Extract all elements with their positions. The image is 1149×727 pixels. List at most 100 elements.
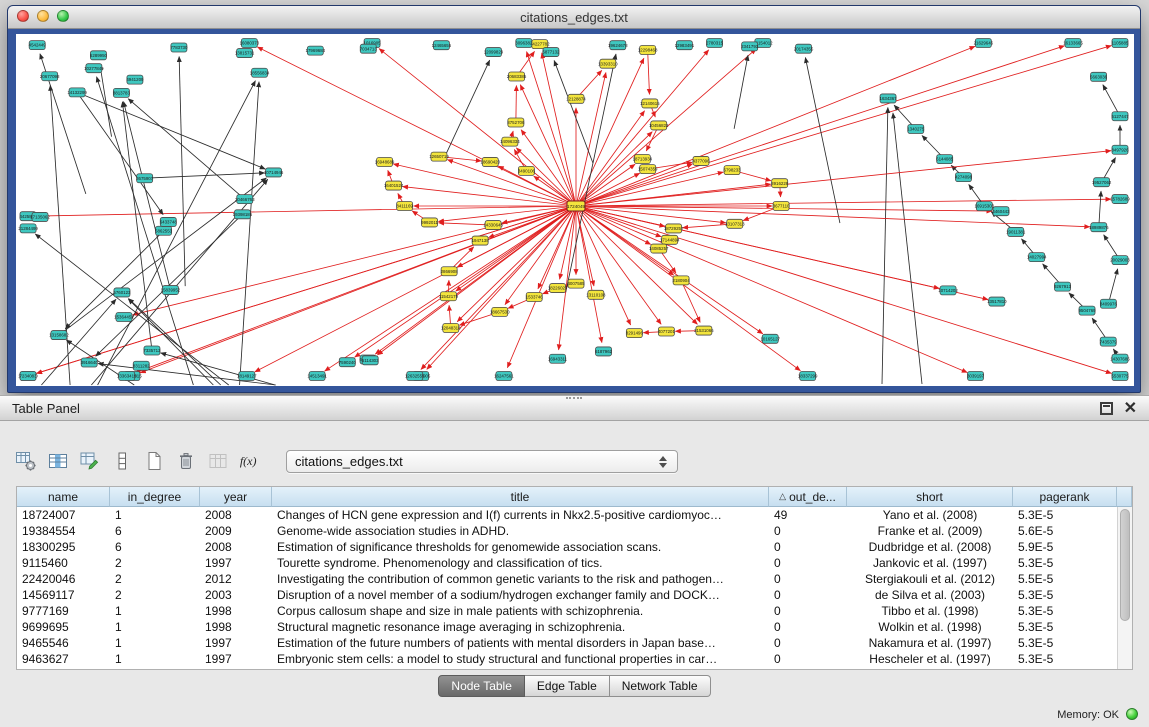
graph-node[interactable]: 7034713: [360, 44, 378, 53]
graph-node[interactable]: 14027994: [1027, 253, 1047, 262]
graph-node[interactable]: 9992011: [421, 218, 438, 227]
graph-node[interactable]: 18667530: [490, 307, 510, 316]
graph-node[interactable]: 8752706: [507, 118, 525, 127]
graph-node[interactable]: 7590240: [339, 358, 357, 367]
tab-edge-table[interactable]: Edge Table: [525, 675, 610, 697]
graph-node[interactable]: 12650719: [429, 152, 449, 161]
graph-node[interactable]: 7783730: [170, 43, 188, 52]
row-height-icon[interactable]: [110, 449, 134, 473]
column-header-out-de-[interactable]: △out_de...: [769, 487, 847, 507]
graph-node[interactable]: 17135062: [30, 212, 50, 221]
graph-node[interactable]: 18556834: [250, 68, 270, 77]
tab-network-table[interactable]: Network Table: [610, 675, 711, 697]
graph-node[interactable]: 8311282: [133, 361, 150, 370]
table-row[interactable]: 969969511998Structural magnetic resonanc…: [17, 619, 1117, 635]
table-row[interactable]: 911546021997Tourette syndrome. Phenomeno…: [17, 555, 1117, 571]
table-row[interactable]: 977716911998Corpus callosum shape and si…: [17, 603, 1117, 619]
graph-node[interactable]: 16401524: [384, 181, 404, 190]
graph-node[interactable]: 19011381: [1006, 227, 1026, 236]
graph-node[interactable]: 5760123: [113, 288, 131, 297]
graph-node[interactable]: 3677110: [773, 202, 790, 211]
window-titlebar[interactable]: citations_edges.txt: [8, 6, 1140, 29]
column-header-in-degree[interactable]: in_degree: [110, 487, 200, 507]
graph-node[interactable]: 8409976: [1100, 299, 1118, 308]
zoom-window-button[interactable]: [57, 10, 69, 22]
table-row[interactable]: 1938455462009Genome-wide association stu…: [17, 523, 1117, 539]
graph-node[interactable]: 5127447: [1111, 112, 1129, 121]
graph-node[interactable]: 18226027: [548, 284, 568, 293]
graph-node[interactable]: 20466763: [235, 195, 255, 204]
graph-node[interactable]: 16133665: [1063, 39, 1083, 48]
graph-node[interactable]: 8497926: [1111, 145, 1129, 154]
graph-node[interactable]: 17969684: [306, 46, 326, 55]
column-header-name[interactable]: name: [17, 487, 110, 507]
graph-node[interactable]: 7335713: [143, 346, 161, 355]
graph-node[interactable]: 13363419: [117, 372, 137, 381]
graph-node[interactable]: 6798233: [724, 166, 742, 175]
import-table-icon[interactable]: [206, 449, 230, 473]
graph-node[interactable]: 5114303: [362, 356, 379, 365]
graph-node[interactable]: 5530775: [1111, 372, 1129, 381]
graph-node[interactable]: 8916228: [771, 179, 789, 188]
graph-node[interactable]: 19624678: [608, 41, 628, 50]
graph-node[interactable]: 3490106: [518, 166, 536, 175]
graph-node[interactable]: 10165127: [760, 334, 780, 343]
graph-node[interactable]: 4077201: [658, 327, 676, 336]
graph-node[interactable]: 3675907: [136, 174, 154, 183]
graph-node[interactable]: 20174355: [794, 44, 814, 53]
delete-table-icon[interactable]: [174, 449, 198, 473]
graph-node[interactable]: 14330645: [483, 221, 503, 230]
graph-node[interactable]: 2341793: [741, 42, 759, 51]
graph-node[interactable]: 9504769: [1078, 306, 1096, 315]
graph-node[interactable]: 10714202: [938, 286, 958, 295]
graph-node[interactable]: 1634367: [880, 94, 898, 103]
show-columns-icon[interactable]: [46, 449, 70, 473]
graph-node[interactable]: 4274098: [955, 173, 973, 182]
graph-node[interactable]: 16080373: [240, 39, 260, 48]
scrollbar-thumb[interactable]: [1120, 509, 1130, 621]
graph-node[interactable]: 8813783: [113, 88, 131, 97]
graph-node[interactable]: 5663036: [1090, 72, 1108, 81]
graph-node[interactable]: 15782689: [1110, 195, 1130, 204]
graph-node[interactable]: 9267913: [1054, 282, 1072, 291]
graph-node[interactable]: 5862553: [155, 226, 173, 235]
graph-node[interactable]: 13158682: [49, 331, 69, 340]
graph-node[interactable]: 16247561: [494, 372, 514, 381]
graph-node[interactable]: 18690420: [481, 157, 501, 166]
graph-node[interactable]: 12128874: [566, 94, 586, 103]
table-row[interactable]: 2242004622012Investigating the contribut…: [17, 571, 1117, 587]
column-header-short[interactable]: short: [847, 487, 1013, 507]
graph-node[interactable]: 21629646: [974, 39, 994, 48]
graph-node[interactable]: 21284499: [18, 224, 38, 233]
table-scrollbar[interactable]: [1117, 507, 1132, 669]
graph-node[interactable]: 3039197: [967, 372, 985, 381]
graph-node[interactable]: 1947138: [472, 236, 490, 245]
graph-node[interactable]: 2780315: [706, 39, 724, 48]
table-settings-icon[interactable]: [14, 449, 38, 473]
close-panel-icon[interactable]: ✕: [1124, 399, 1137, 418]
graph-node[interactable]: 19527062: [1092, 178, 1112, 187]
graph-node[interactable]: 4460443: [992, 207, 1010, 216]
graph-node[interactable]: 12983491: [675, 41, 695, 50]
float-panel-icon[interactable]: [1100, 402, 1113, 415]
graph-node[interactable]: 18729257: [664, 224, 684, 233]
graph-hub-node[interactable]: 1724049: [567, 201, 585, 211]
graph-node[interactable]: 2866908: [441, 267, 459, 276]
graph-node[interactable]: 20677098: [40, 72, 60, 81]
table-row[interactable]: 1830029562008Estimation of significance …: [17, 539, 1117, 555]
graph-node[interactable]: 20683385: [507, 72, 527, 81]
function-builder-icon[interactable]: f(x): [238, 449, 262, 473]
graph-node[interactable]: 12048318: [441, 323, 461, 332]
graph-node[interactable]: 6187962: [595, 347, 613, 356]
graph-node[interactable]: 6433748: [160, 217, 178, 226]
graph-node[interactable]: 10714946: [264, 168, 284, 177]
create-table-icon[interactable]: [142, 449, 166, 473]
graph-node[interactable]: 12099829: [484, 48, 504, 57]
graph-node[interactable]: 18149127: [237, 372, 257, 381]
graph-node[interactable]: 20029003: [1110, 256, 1130, 265]
graph-node[interactable]: 12140615: [640, 99, 660, 108]
graph-node[interactable]: 17144894: [660, 235, 680, 244]
graph-node[interactable]: 13393310: [598, 59, 618, 68]
graph-node[interactable]: 12298468: [638, 45, 658, 54]
graph-node[interactable]: 7435379: [1100, 337, 1118, 346]
